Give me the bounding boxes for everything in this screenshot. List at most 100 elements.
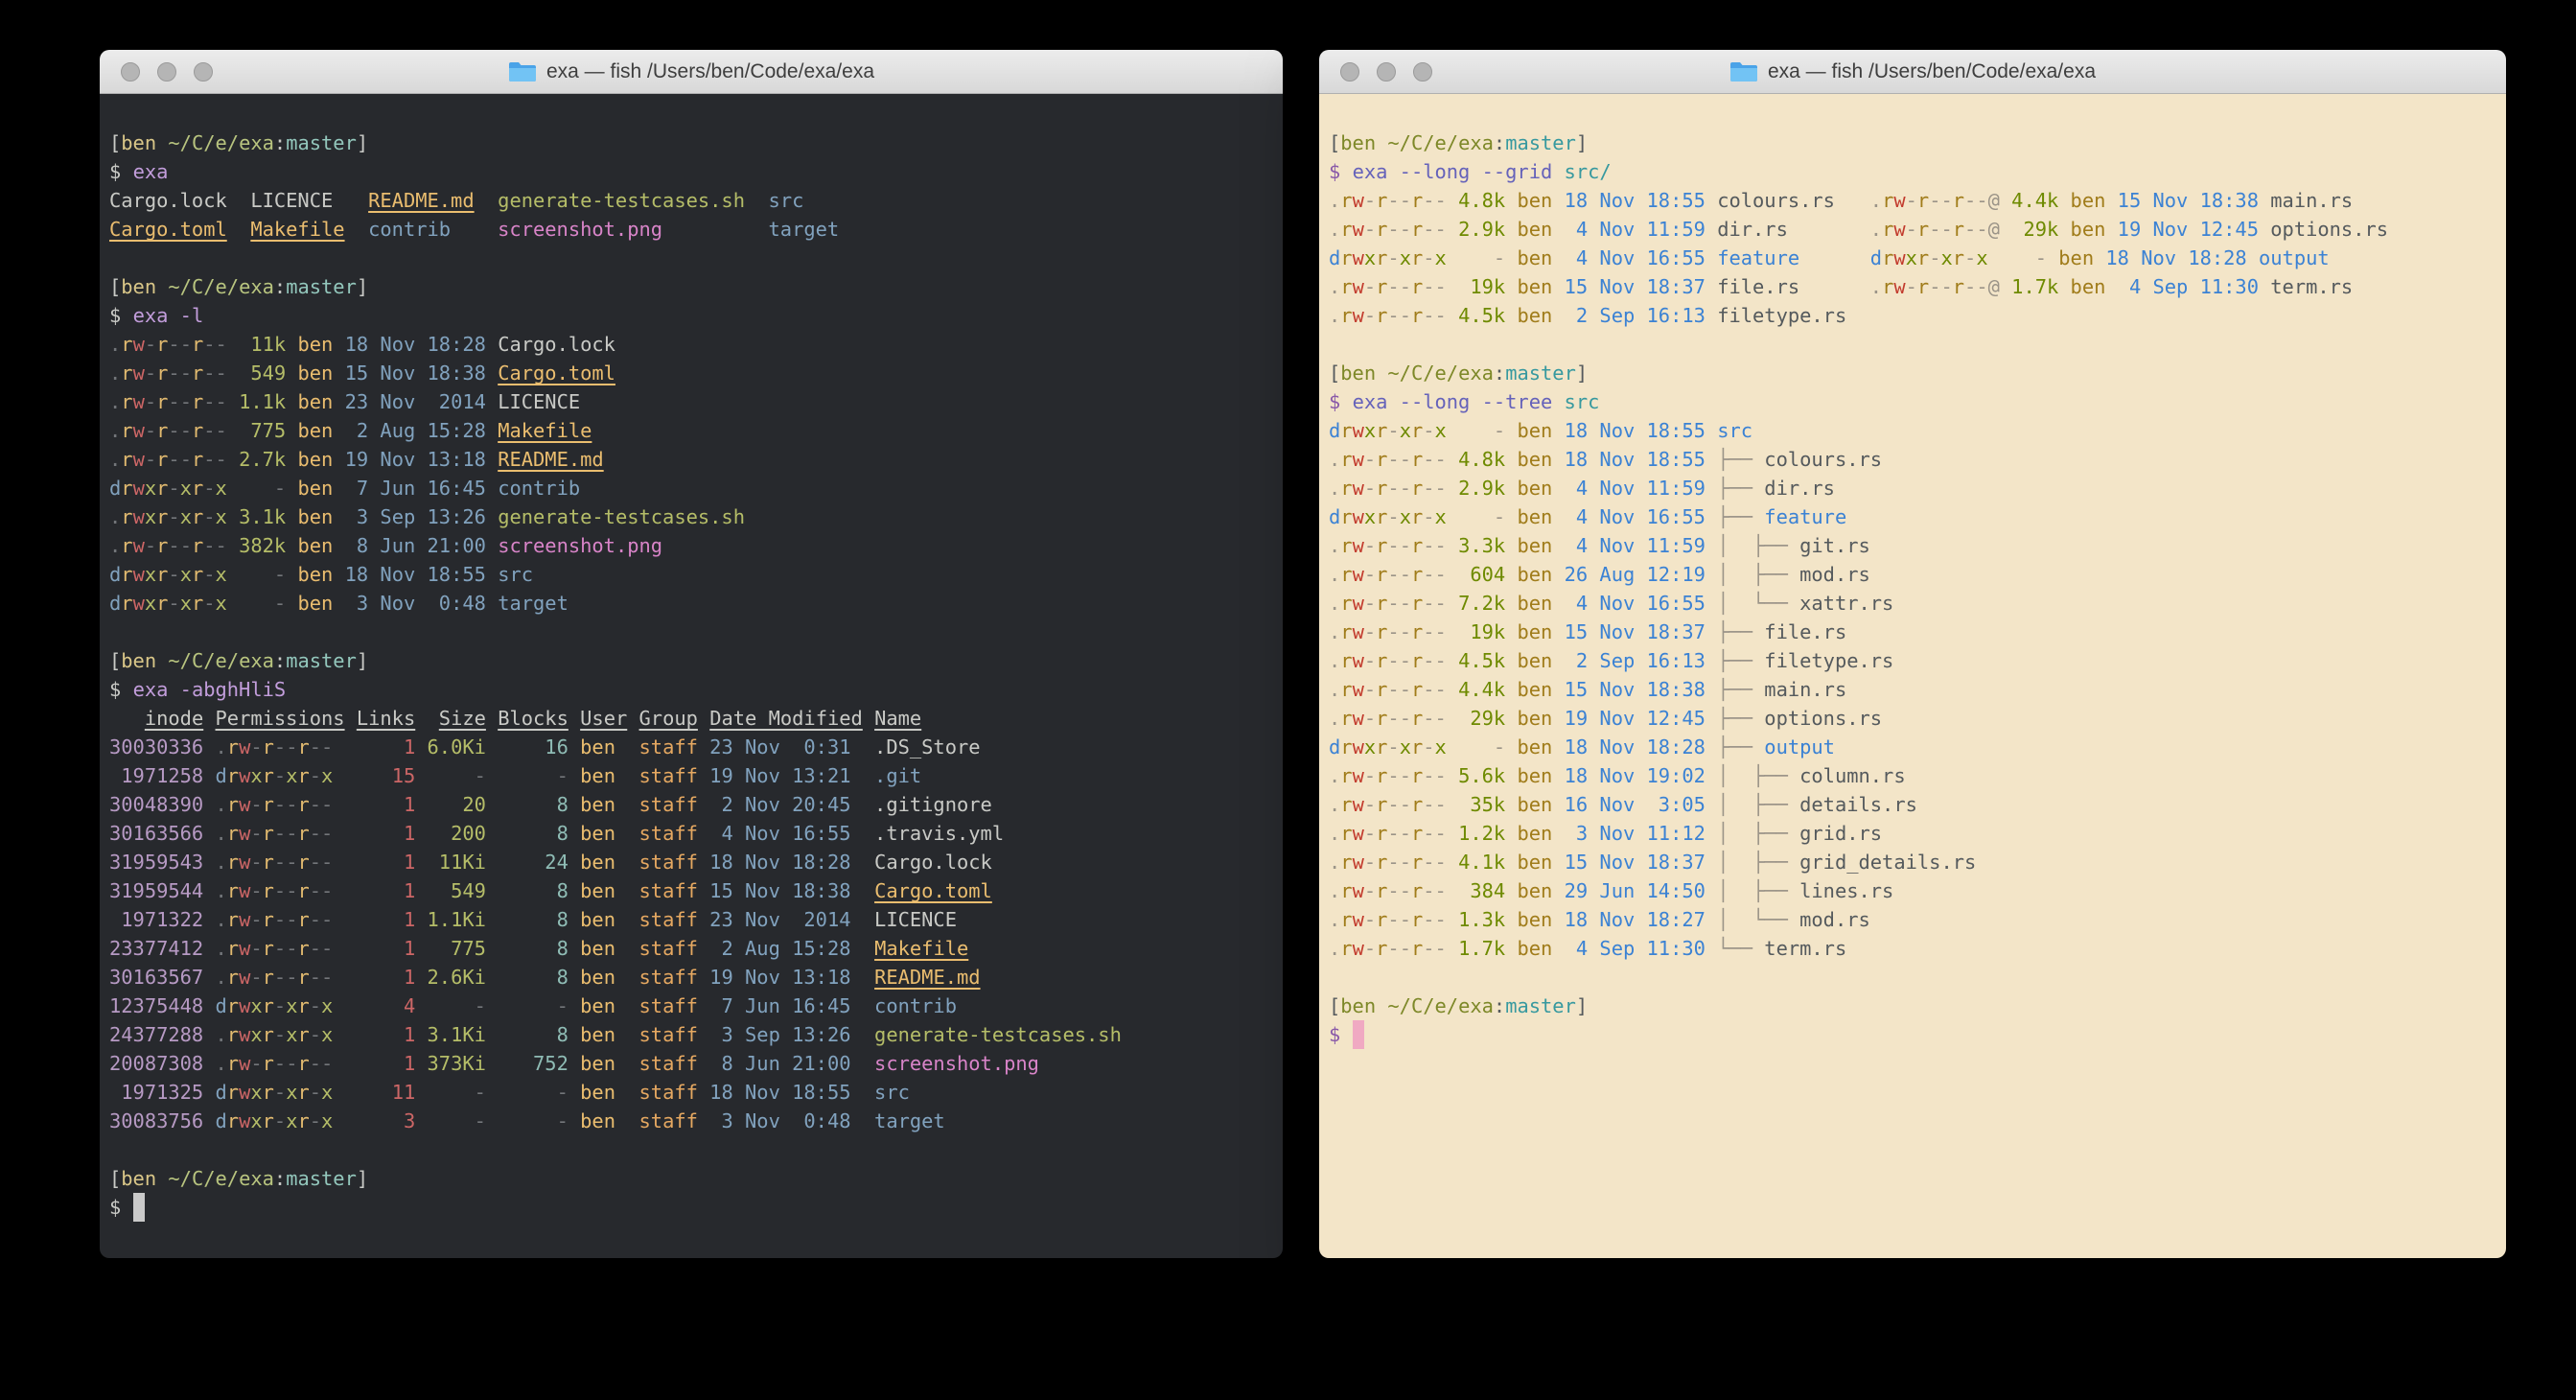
permission-string: .rw-r--r-- [1329, 678, 1447, 701]
permission-string: .rw-r--r-- [1329, 649, 1447, 672]
terminal-line: inode Permissions Links Size Blocks User… [109, 704, 1283, 733]
terminal-line: drwxr-xr-x - ben 4 Nov 16:55 ├── feature [1329, 502, 2506, 531]
terminal-line: 24377288 .rwxr-xr-x 1 3.1Ki 8 ben staff … [109, 1020, 1283, 1049]
titlebar[interactable]: exa — fish /Users/ben/Code/exa/exa [100, 50, 1283, 94]
terminal-line: .rw-r--r-- 775 ben 2 Aug 15:28 Makefile [109, 416, 1283, 445]
permission-string: drwxr-xr-x [109, 563, 227, 586]
traffic-lights [1340, 50, 1432, 93]
titlebar[interactable]: exa — fish /Users/ben/Code/exa/exa [1319, 50, 2506, 94]
permission-string: drwxr-xr-x [1329, 505, 1447, 528]
terminal-line: .rw-r--r-- 382k ben 8 Jun 21:00 screensh… [109, 531, 1283, 560]
permission-string: .rw-r--r-- [1329, 448, 1447, 471]
traffic-lights [121, 50, 213, 93]
terminal-line: .rw-r--r-- 1.7k ben 4 Sep 11:30 └── term… [1329, 934, 2506, 963]
terminal-line: 30083756 drwxr-xr-x 3 - - ben staff 3 No… [109, 1107, 1283, 1135]
close-button[interactable] [1340, 62, 1359, 82]
permission-string: .rw-r--r-- [1329, 304, 1447, 327]
terminal-line: 23377412 .rw-r--r-- 1 775 8 ben staff 2 … [109, 934, 1283, 963]
terminal-line: .rw-r--r-- 5.6k ben 18 Nov 19:02 │ ├── c… [1329, 761, 2506, 790]
permission-string: .rwxr-xr-x [109, 505, 227, 528]
minimize-button[interactable] [1377, 62, 1396, 82]
permission-string: .rw-r--r-- [1329, 534, 1447, 557]
permission-string: .rw-r--r-- [1329, 879, 1447, 902]
terminal-line: .rw-r--r-- 604 ben 26 Aug 12:19 │ ├── mo… [1329, 560, 2506, 589]
permission-string: .rw-r--r-- [216, 822, 334, 845]
permission-string: .rw-r--r-- [216, 851, 334, 874]
terminal-line [109, 1135, 1283, 1164]
terminal-line: $ exa [109, 157, 1283, 186]
terminal-line: [ben ~/C/e/exa:master] [109, 272, 1283, 301]
permission-string: drwxr-xr-x [216, 764, 334, 787]
window-title-text: exa — fish /Users/ben/Code/exa/exa [1768, 60, 2096, 83]
terminal-line: .rw-r--r-- 4.4k ben 15 Nov 18:38 ├── mai… [1329, 675, 2506, 704]
terminal-line: $ exa --long --tree src [1329, 387, 2506, 416]
terminal-line: 1971325 drwxr-xr-x 11 - - ben staff 18 N… [109, 1078, 1283, 1107]
permission-string: .rw-r--r-- [216, 1052, 334, 1075]
terminal-line: drwxr-xr-x - ben 4 Nov 16:55 feature drw… [1329, 244, 2506, 272]
permission-string: .rw-r--r-- [216, 908, 334, 931]
minimize-button[interactable] [157, 62, 176, 82]
terminal-line: .rw-r--r-- 384 ben 29 Jun 14:50 │ ├── li… [1329, 876, 2506, 905]
terminal-cursor [133, 1193, 146, 1222]
terminal-line: $ exa -abghHliS [109, 675, 1283, 704]
terminal-line: .rw-r--r-- 2.9k ben 4 Nov 11:59 ├── dir.… [1329, 474, 2506, 502]
terminal-line: .rw-r--r-- 4.8k ben 18 Nov 18:55 colours… [1329, 186, 2506, 215]
desktop: { "chrome": { "titlebar_top": "#ececec",… [0, 0, 2576, 1400]
terminal-line: .rw-r--r-- 19k ben 15 Nov 18:37 file.rs … [1329, 272, 2506, 301]
permission-string: drwxr-xr-x [216, 994, 334, 1017]
permission-string: .rw-r--r--@ [1870, 275, 2000, 298]
terminal-line: .rw-r--r-- 19k ben 15 Nov 18:37 ├── file… [1329, 618, 2506, 646]
terminal-line: .rwxr-xr-x 3.1k ben 3 Sep 13:26 generate… [109, 502, 1283, 531]
close-button[interactable] [121, 62, 140, 82]
terminal-line: [ben ~/C/e/exa:master] [109, 646, 1283, 675]
terminal-line: .rw-r--r-- 1.3k ben 18 Nov 18:27 │ └── m… [1329, 905, 2506, 934]
permission-string: drwxr-xr-x [1329, 419, 1447, 442]
terminal-line: $ [1329, 1020, 2506, 1049]
terminal-line: .rw-r--r-- 1.1k ben 23 Nov 2014 LICENCE [109, 387, 1283, 416]
window-title: exa — fish /Users/ben/Code/exa/exa [1729, 60, 2096, 83]
permission-string: .rwxr-xr-x [216, 1023, 334, 1046]
permission-string: drwxr-xr-x [1329, 735, 1447, 758]
terminal-line: drwxr-xr-x - ben 18 Nov 18:55 src [109, 560, 1283, 589]
terminal-line: [ben ~/C/e/exa:master] [1329, 359, 2506, 387]
permission-string: .rw-r--r-- [216, 966, 334, 989]
zoom-button[interactable] [194, 62, 213, 82]
folder-icon [1729, 60, 1758, 82]
terminal-output-right: [ben ~/C/e/exa:master]$ exa --long --gri… [1329, 128, 2506, 1049]
terminal-line: 12375448 drwxr-xr-x 4 - - ben staff 7 Ju… [109, 992, 1283, 1020]
terminal-content[interactable]: [ben ~/C/e/exa:master]$ exaCargo.lock LI… [100, 94, 1283, 1258]
terminal-line: drwxr-xr-x - ben 18 Nov 18:28 ├── output [1329, 733, 2506, 761]
terminal-line: .rw-r--r-- 4.1k ben 15 Nov 18:37 │ ├── g… [1329, 848, 2506, 876]
terminal-line: 1971258 drwxr-xr-x 15 - - ben staff 19 N… [109, 761, 1283, 790]
terminal-line: .rw-r--r-- 11k ben 18 Nov 18:28 Cargo.lo… [109, 330, 1283, 359]
permission-string: drwxr-xr-x [1329, 246, 1447, 269]
permission-string: drwxr-xr-x [216, 1081, 334, 1104]
terminal-cursor [1353, 1020, 1365, 1049]
permission-string: .rw-r--r--@ [1870, 218, 2000, 241]
permission-string: .rw-r--r-- [109, 534, 227, 557]
terminal-window-dark: exa — fish /Users/ben/Code/exa/exa [ben … [100, 50, 1283, 1258]
terminal-line [109, 244, 1283, 272]
terminal-line: drwxr-xr-x - ben 18 Nov 18:55 src [1329, 416, 2506, 445]
permission-string: .rw-r--r-- [1329, 908, 1447, 931]
permission-string: .rw-r--r-- [1329, 563, 1447, 586]
permission-string: .rw-r--r-- [216, 793, 334, 816]
terminal-line [1329, 963, 2506, 992]
permission-string: .rw-r--r-- [1329, 189, 1447, 212]
folder-icon [508, 60, 537, 82]
terminal-line: $ [109, 1193, 1283, 1222]
permission-string: .rw-r--r-- [109, 419, 227, 442]
permission-string: .rw-r--r-- [1329, 592, 1447, 615]
terminal-line: $ exa -l [109, 301, 1283, 330]
terminal-line: .rw-r--r-- 1.2k ben 3 Nov 11:12 │ ├── gr… [1329, 819, 2506, 848]
permission-string: drwxr-xr-x [109, 477, 227, 500]
permission-string: .rw-r--r-- [216, 879, 334, 902]
permission-string: .rw-r--r--@ [1870, 189, 2000, 212]
zoom-button[interactable] [1413, 62, 1432, 82]
terminal-content[interactable]: [ben ~/C/e/exa:master]$ exa --long --gri… [1319, 94, 2506, 1258]
terminal-line: Cargo.toml Makefile contrib screenshot.p… [109, 215, 1283, 244]
terminal-line: [ben ~/C/e/exa:master] [109, 1164, 1283, 1193]
permission-string: .rw-r--r-- [109, 362, 227, 385]
terminal-line: [ben ~/C/e/exa:master] [1329, 128, 2506, 157]
permission-string: .rw-r--r-- [1329, 218, 1447, 241]
